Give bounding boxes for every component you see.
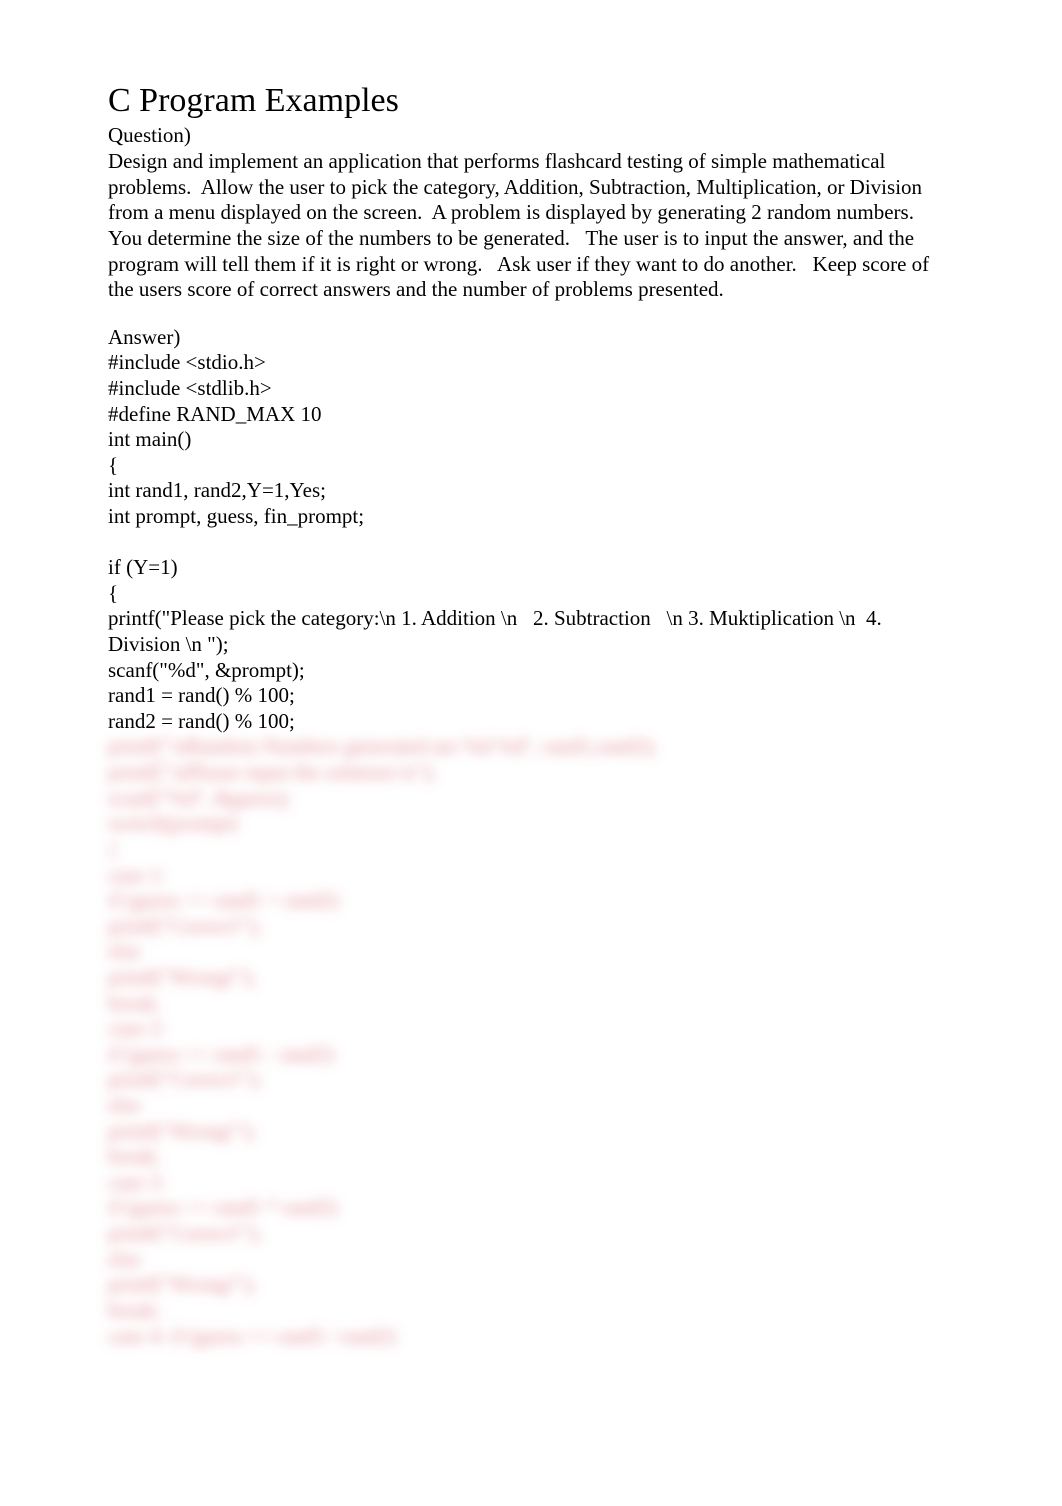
page-title: C Program Examples	[108, 80, 954, 121]
question-body: Design and implement an application that…	[108, 149, 954, 303]
document-page: C Program Examples Question) Design and …	[0, 0, 1062, 1506]
question-label: Question)	[108, 123, 954, 149]
spacer	[108, 303, 954, 325]
code-blurred: printf("\nRandom Numbers generated are %…	[108, 734, 954, 1349]
code-visible: #include <stdio.h> #include <stdlib.h> #…	[108, 350, 954, 734]
answer-label: Answer)	[108, 325, 954, 351]
